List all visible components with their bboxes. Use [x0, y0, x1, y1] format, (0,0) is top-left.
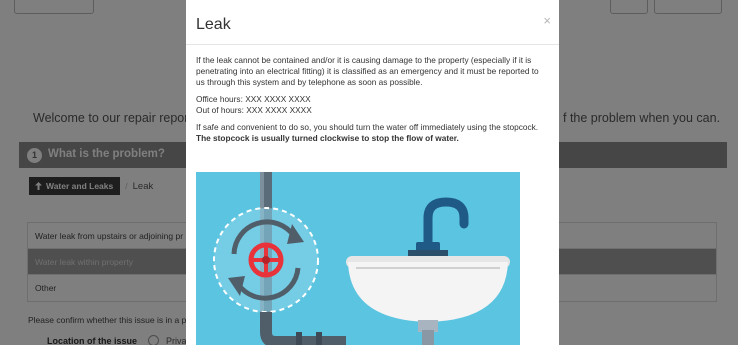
emergency-paragraph: If the leak cannot be contained and/or i…	[196, 55, 539, 87]
modal-header: Leak ×	[186, 0, 559, 45]
leak-modal: Leak × If the leak cannot be contained a…	[186, 0, 559, 345]
contact-hours: Office hours: XXX XXXX XXXX Out of hours…	[196, 94, 549, 116]
close-icon[interactable]: ×	[543, 13, 551, 28]
out-of-hours: Out of hours: XXX XXXX XXXX	[196, 105, 312, 115]
stopcock-sink-illustration	[196, 172, 520, 345]
stopcock-paragraph: If safe and convenient to do so, you sho…	[196, 122, 549, 144]
modal-title: Leak	[196, 16, 231, 33]
modal-body: If the leak cannot be contained and/or i…	[186, 45, 559, 144]
office-hours: Office hours: XXX XXXX XXXX	[196, 94, 311, 104]
stopcock-note: The stopcock is usually turned clockwise…	[196, 133, 459, 143]
stopcock-instruction: If safe and convenient to do so, you sho…	[196, 122, 539, 132]
